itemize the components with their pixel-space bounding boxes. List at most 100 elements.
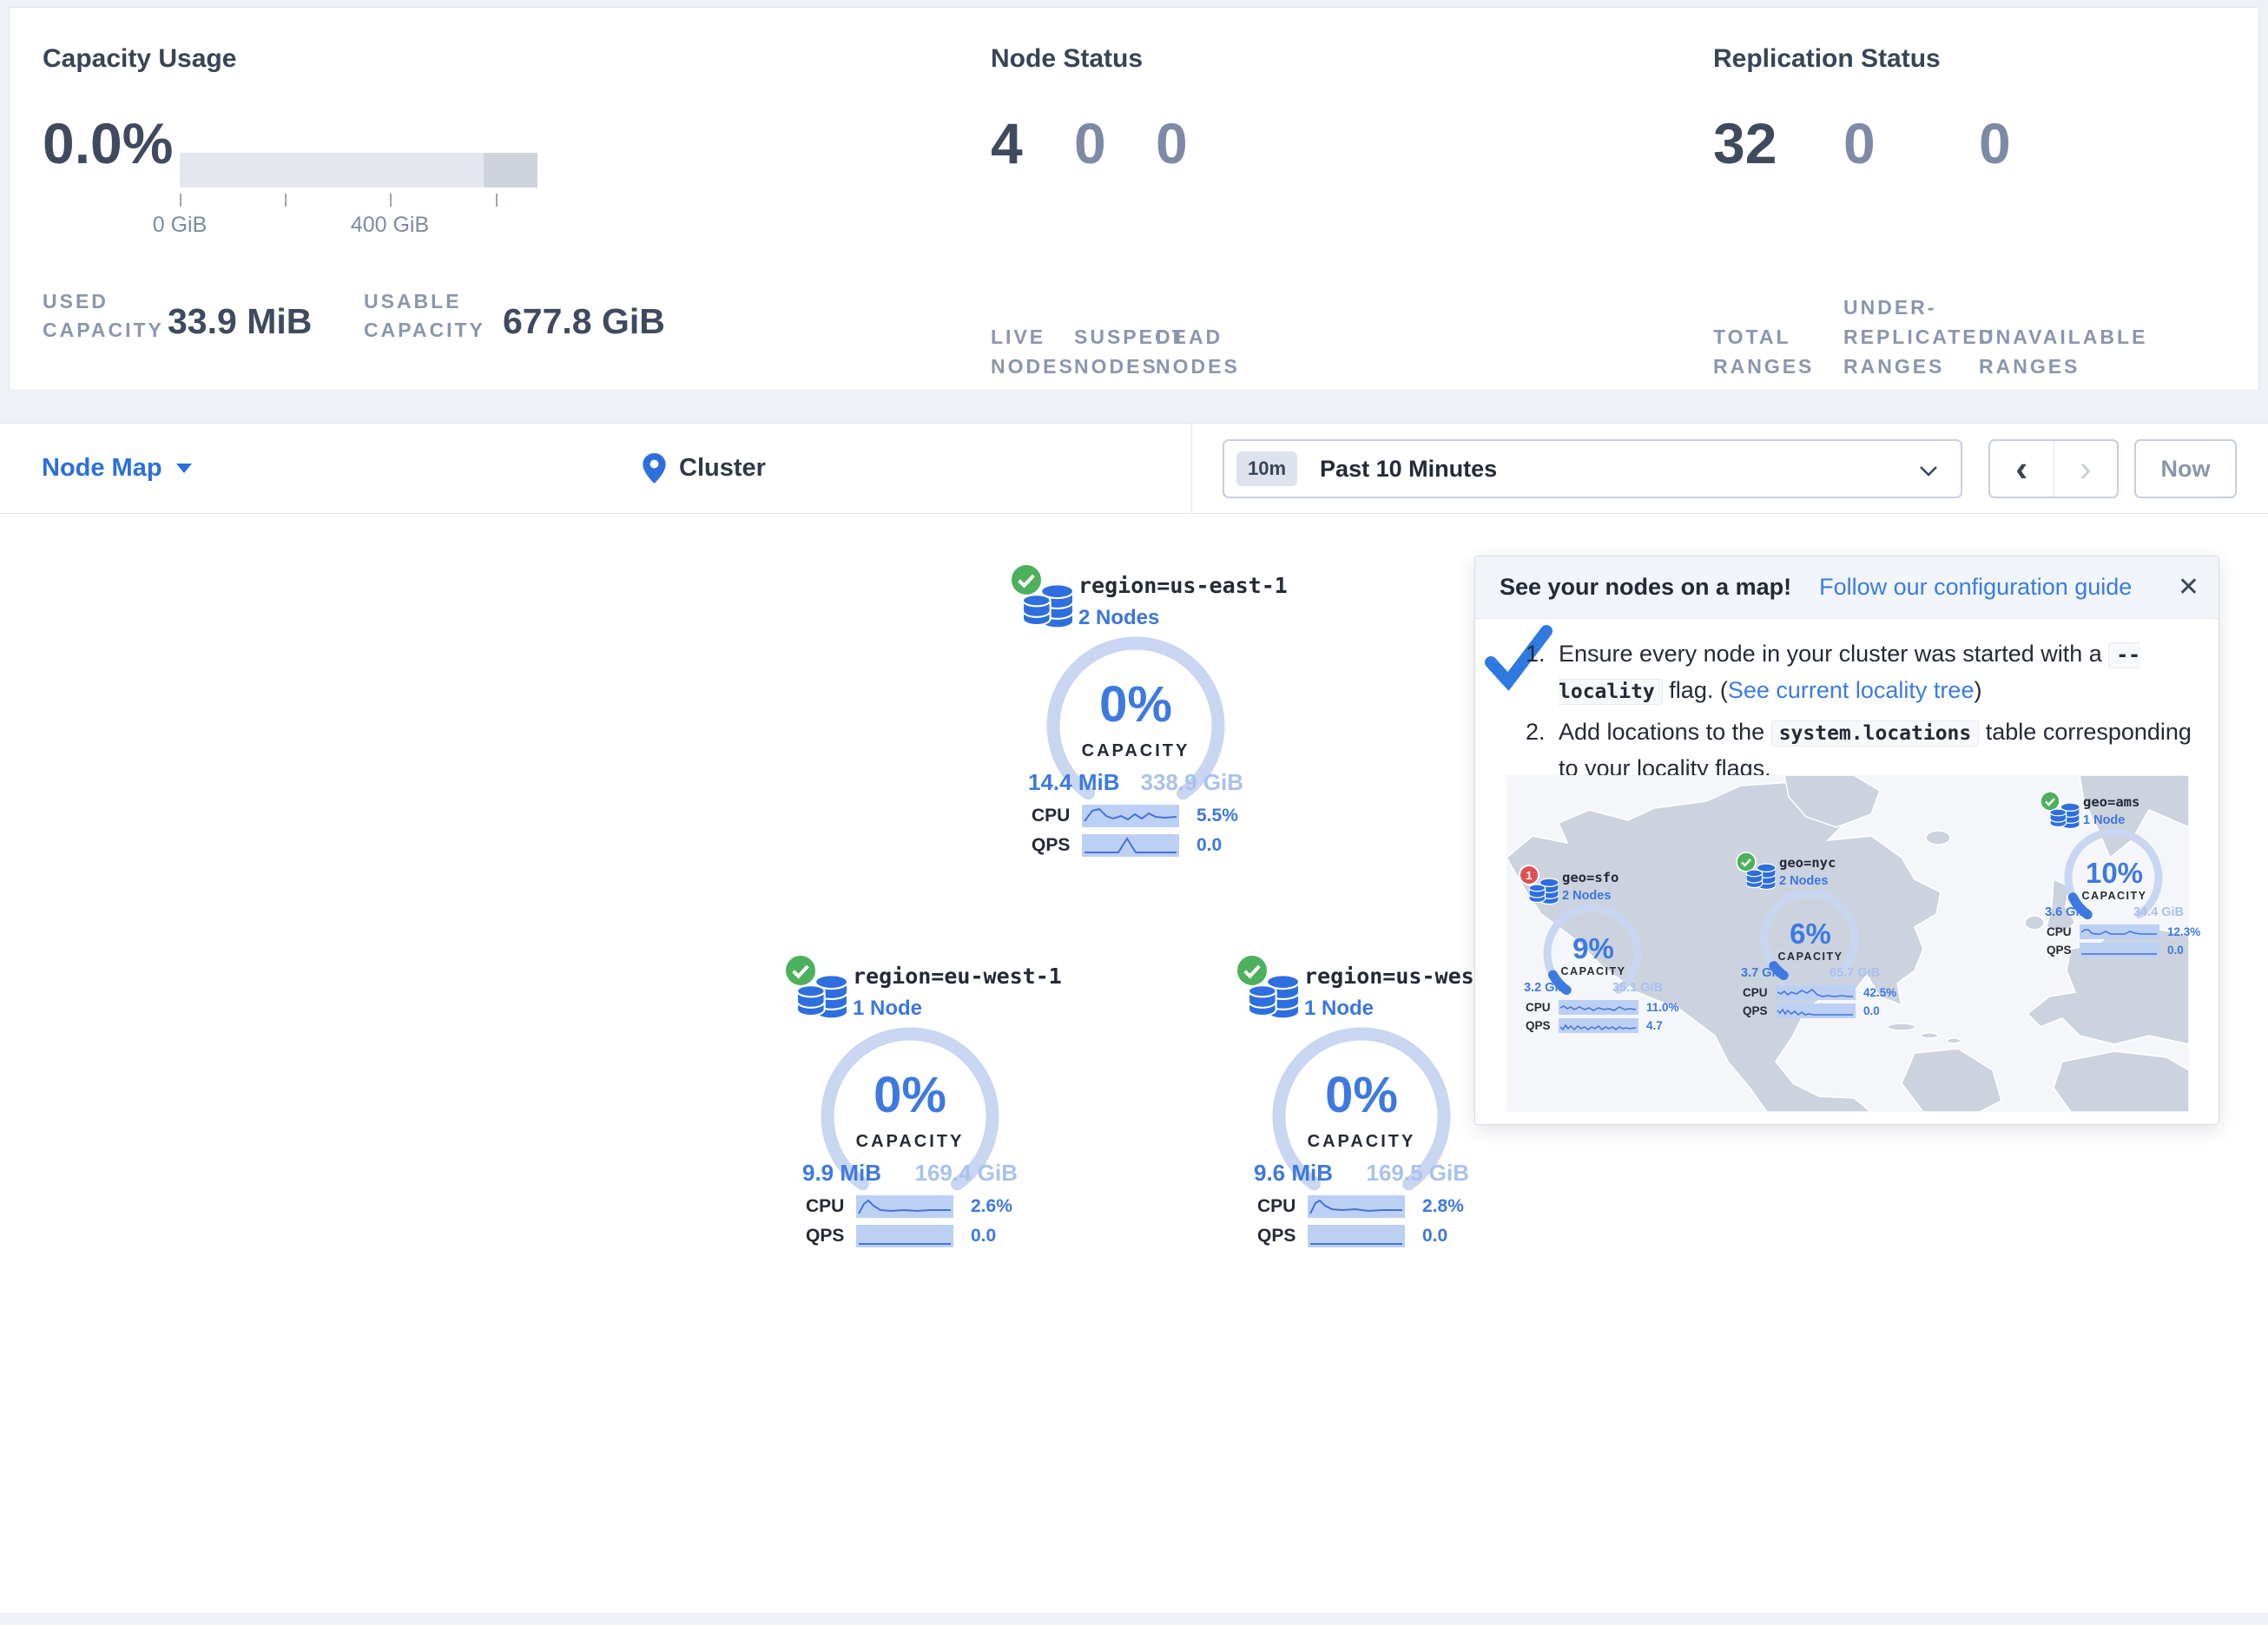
system-locations-code: system.locations <box>1771 720 1980 747</box>
qps-metric-row: QPS 0.0 <box>1257 1224 1447 1248</box>
view-mode-selector[interactable]: Node Map <box>42 424 192 513</box>
chevron-down-icon <box>176 464 192 473</box>
node-status-values: 4 0 0 <box>991 110 1269 176</box>
capacity-caption: CAPACITY <box>2040 890 2189 902</box>
step-number: 1. <box>1526 636 1559 709</box>
capacity-percent: 0% <box>1231 1066 1492 1124</box>
used-capacity-label: USED CAPACITY <box>43 287 160 345</box>
nodes-on-map-popup: See your nodes on a map! Follow our conf… <box>1474 556 2219 1125</box>
unavailable-ranges-value: 0 <box>1979 110 2118 176</box>
step-text-part: flag. ( <box>1669 677 1728 703</box>
capacity-values: 14.4 MiB 338.9 GiB <box>1005 769 1266 796</box>
region-gauge-us-east-1[interactable]: region=us-east-1 2 Nodes 0% CAPACITY 14.… <box>1005 562 1266 866</box>
node-status-title: Node Status <box>991 44 1143 74</box>
cpu-value: 42.5% <box>1863 986 1896 999</box>
qps-metric-row: QPS 0.0 <box>1032 833 1222 858</box>
cpu-value: 2.8% <box>1422 1196 1464 1217</box>
qps-sparkline <box>1559 1018 1638 1033</box>
database-stack-icon <box>2050 801 2080 829</box>
now-button[interactable]: Now <box>2134 439 2237 498</box>
locality-tree-link[interactable]: See current locality tree <box>1728 677 1975 703</box>
time-range-selector[interactable]: 10m Past 10 Minutes <box>1223 439 1962 498</box>
cpu-value: 5.5% <box>1197 806 1238 826</box>
locality-name: geo=ams <box>2083 794 2139 810</box>
capacity-percent: 0% <box>1005 675 1266 734</box>
region-name: region=us-east-1 <box>1078 573 1288 598</box>
qps-value: 0.0 <box>971 1226 996 1247</box>
node-status-labels: LIVE NODES SUSPECT NODES DEAD NODES <box>991 242 1269 381</box>
usable-capacity-value: 677.8 GiB <box>503 301 665 342</box>
region-gauge-eu-west-1[interactable]: region=eu-west-1 1 Node 0% CAPACITY 9.9 … <box>780 953 1040 1257</box>
total-value: 35.1 GiB <box>1612 981 1663 995</box>
total-value: 65.7 GiB <box>1830 966 1880 980</box>
capacity-caption: CAPACITY <box>1519 965 1668 977</box>
capacity-usage-title: Capacity Usage <box>43 44 236 74</box>
popup-step-1: 1. Ensure every node in your cluster was… <box>1526 636 2201 709</box>
node-map-canvas: region=us-east-1 2 Nodes 0% CAPACITY 14.… <box>0 514 2268 1613</box>
used-value: 9.6 MiB <box>1254 1160 1333 1187</box>
cpu-value: 12.3% <box>2167 925 2200 938</box>
step-text-part: Ensure every node in your cluster was st… <box>1559 641 2102 667</box>
qps-value: 0.0 <box>1863 1004 1880 1017</box>
used-value: 3.6 GiB <box>2045 905 2088 919</box>
cpu-sparkline <box>2080 924 2159 939</box>
map-node-geo-ams: geo=ams 1 Node 10% CAPACITY 3.6 GiB 34.4… <box>2040 789 2189 957</box>
cpu-metric-row: CPU 11.0% <box>1526 1000 1679 1015</box>
total-value: 169.4 GiB <box>914 1160 1018 1187</box>
capacity-values: 3.2 GiB 35.1 GiB <box>1519 981 1668 995</box>
configuration-guide-link[interactable]: Follow our configuration guide <box>1819 574 2132 601</box>
unavailable-ranges-label: UNAVAILABLE RANGES <box>1979 322 2118 381</box>
used-value: 3.2 GiB <box>1524 981 1567 995</box>
database-stack-icon <box>1023 582 1073 628</box>
region-name: region=eu-west-1 <box>853 964 1062 989</box>
cpu-label: CPU <box>1743 986 1776 999</box>
capacity-percent: 9% <box>1519 932 1668 965</box>
capacity-axis-label-400: 400 GiB <box>338 213 442 238</box>
time-range-badge: 10m <box>1236 451 1297 486</box>
region-gauge-us-west-1[interactable]: region=us-west-1 1 Node 0% CAPACITY 9.6 … <box>1231 953 1492 1257</box>
capacity-percent: 0.0% <box>43 110 173 176</box>
breadcrumb[interactable]: Cluster <box>643 424 766 513</box>
qps-label: QPS <box>1743 1004 1776 1017</box>
locality-node-count: 2 Nodes <box>1779 874 1828 888</box>
total-ranges-value: 32 <box>1713 110 1843 176</box>
time-forward-button[interactable]: › <box>2054 441 2118 497</box>
capacity-percent: 0% <box>780 1066 1040 1124</box>
popup-steps: 1. Ensure every node in your cluster was… <box>1526 636 2201 791</box>
qps-metric-row: QPS 0.0 <box>2047 943 2184 957</box>
close-icon[interactable]: ✕ <box>2178 572 2199 602</box>
qps-value: 0.0 <box>1422 1226 1447 1247</box>
usable-capacity-label: USABLE CAPACITY <box>364 287 503 345</box>
replication-labels: TOTAL RANGES UNDER-REPLICATED RANGES UNA… <box>1713 242 2118 381</box>
cpu-metric-row: CPU 2.8% <box>1257 1194 1464 1219</box>
cpu-value: 11.0% <box>1646 1001 1679 1014</box>
locality-name: geo=nyc <box>1779 855 1836 871</box>
qps-metric-row: QPS 0.0 <box>806 1224 996 1248</box>
cpu-sparkline <box>1559 1000 1638 1015</box>
total-value: 338.9 GiB <box>1140 769 1243 796</box>
cpu-metric-row: CPU 12.3% <box>2047 924 2200 939</box>
capacity-axis-tick <box>390 194 392 207</box>
dead-nodes-label: DEAD NODES <box>1156 322 1269 381</box>
cpu-label: CPU <box>1032 806 1082 826</box>
qps-sparkline <box>2080 943 2159 957</box>
cpu-value: 2.6% <box>971 1196 1012 1217</box>
view-toolbar: Node Map Cluster 10m Past 10 Minutes ‹ ›… <box>0 423 2268 514</box>
qps-sparkline <box>1308 1225 1405 1247</box>
qps-sparkline <box>856 1225 953 1247</box>
database-stack-icon <box>1746 862 1776 890</box>
capacity-bar-reserved-segment <box>484 153 537 188</box>
qps-label: QPS <box>1257 1226 1308 1247</box>
capacity-values: 3.7 GiB 65.7 GiB <box>1736 966 1885 980</box>
used-value: 14.4 MiB <box>1028 769 1120 796</box>
cpu-label: CPU <box>1526 1001 1559 1014</box>
time-back-button[interactable]: ‹ <box>1990 441 2054 497</box>
capacity-axis-tick <box>285 194 287 207</box>
used-value: 3.7 GiB <box>1741 966 1784 980</box>
cpu-label: CPU <box>1257 1196 1308 1217</box>
qps-value: 4.7 <box>1646 1019 1663 1032</box>
capacity-caption: CAPACITY <box>1231 1132 1492 1152</box>
capacity-axis-label-0: 0 GiB <box>128 213 232 238</box>
under-replicated-ranges-value: 0 <box>1843 110 1979 176</box>
map-pin-icon <box>643 453 666 484</box>
